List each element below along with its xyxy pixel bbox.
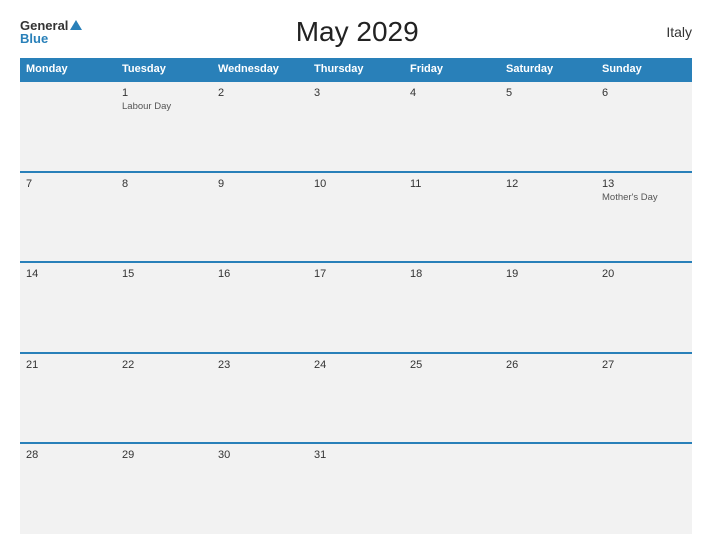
day-cell (20, 81, 116, 172)
col-header-wednesday: Wednesday (212, 58, 308, 81)
day-cell: 9 (212, 172, 308, 263)
day-number: 28 (26, 449, 110, 461)
logo: General Blue (20, 19, 82, 45)
day-cell: 4 (404, 81, 500, 172)
day-number: 6 (602, 87, 686, 99)
calendar-title: May 2029 (82, 16, 632, 48)
day-number: 10 (314, 178, 398, 190)
day-cell: 16 (212, 262, 308, 353)
day-cell: 15 (116, 262, 212, 353)
day-cell: 19 (500, 262, 596, 353)
day-cell: 11 (404, 172, 500, 263)
day-number: 12 (506, 178, 590, 190)
day-number: 26 (506, 359, 590, 371)
week-row-4: 21 22 23 24 25 26 27 (20, 353, 692, 444)
day-cell: 22 (116, 353, 212, 444)
day-cell: 10 (308, 172, 404, 263)
day-number: 16 (218, 268, 302, 280)
day-number: 7 (26, 178, 110, 190)
day-number: 1 (122, 87, 206, 99)
day-cell: 2 (212, 81, 308, 172)
day-cell: 13 Mother's Day (596, 172, 692, 263)
day-number: 15 (122, 268, 206, 280)
day-cell (596, 443, 692, 534)
day-number: 27 (602, 359, 686, 371)
col-header-friday: Friday (404, 58, 500, 81)
day-cell: 21 (20, 353, 116, 444)
day-number: 3 (314, 87, 398, 99)
day-number: 19 (506, 268, 590, 280)
day-number: 5 (506, 87, 590, 99)
day-number: 13 (602, 178, 686, 190)
day-number: 22 (122, 359, 206, 371)
week-row-5: 28 29 30 31 (20, 443, 692, 534)
day-number: 24 (314, 359, 398, 371)
day-number: 14 (26, 268, 110, 280)
day-cell: 3 (308, 81, 404, 172)
day-number: 20 (602, 268, 686, 280)
day-number: 9 (218, 178, 302, 190)
page: General Blue May 2029 Italy MondayTuesda… (0, 0, 712, 550)
day-cell: 5 (500, 81, 596, 172)
col-header-tuesday: Tuesday (116, 58, 212, 81)
day-cell: 17 (308, 262, 404, 353)
day-number: 17 (314, 268, 398, 280)
day-cell: 24 (308, 353, 404, 444)
logo-blue-text: Blue (20, 32, 48, 45)
col-header-sunday: Sunday (596, 58, 692, 81)
day-number: 11 (410, 178, 494, 190)
week-row-3: 14 15 16 17 18 19 20 (20, 262, 692, 353)
day-cell: 28 (20, 443, 116, 534)
day-number: 29 (122, 449, 206, 461)
day-cell: 29 (116, 443, 212, 534)
day-cell: 7 (20, 172, 116, 263)
day-cell: 1 Labour Day (116, 81, 212, 172)
col-header-thursday: Thursday (308, 58, 404, 81)
day-number: 2 (218, 87, 302, 99)
day-cell: 12 (500, 172, 596, 263)
day-cell: 8 (116, 172, 212, 263)
col-header-monday: Monday (20, 58, 116, 81)
week-row-2: 789 10 11 12 13 Mother's Day (20, 172, 692, 263)
event-label: Labour Day (122, 101, 206, 112)
day-cell: 18 (404, 262, 500, 353)
col-header-saturday: Saturday (500, 58, 596, 81)
calendar-table: MondayTuesdayWednesdayThursdayFridaySatu… (20, 58, 692, 534)
day-cell: 23 (212, 353, 308, 444)
day-cell: 6 (596, 81, 692, 172)
day-number: 31 (314, 449, 398, 461)
day-cell: 31 (308, 443, 404, 534)
day-cell: 25 (404, 353, 500, 444)
week-row-1: 1 Labour Day 23456 (20, 81, 692, 172)
day-cell (404, 443, 500, 534)
day-number: 23 (218, 359, 302, 371)
day-number: 21 (26, 359, 110, 371)
logo-triangle-icon (70, 20, 82, 30)
header: General Blue May 2029 Italy (20, 16, 692, 48)
day-number: 30 (218, 449, 302, 461)
day-cell: 14 (20, 262, 116, 353)
day-cell (500, 443, 596, 534)
day-number: 8 (122, 178, 206, 190)
day-cell: 20 (596, 262, 692, 353)
day-number: 25 (410, 359, 494, 371)
event-label: Mother's Day (602, 192, 686, 203)
day-cell: 30 (212, 443, 308, 534)
day-cell: 26 (500, 353, 596, 444)
day-number: 4 (410, 87, 494, 99)
calendar-header-row: MondayTuesdayWednesdayThursdayFridaySatu… (20, 58, 692, 81)
day-number: 18 (410, 268, 494, 280)
country-label: Italy (632, 24, 692, 40)
day-cell: 27 (596, 353, 692, 444)
